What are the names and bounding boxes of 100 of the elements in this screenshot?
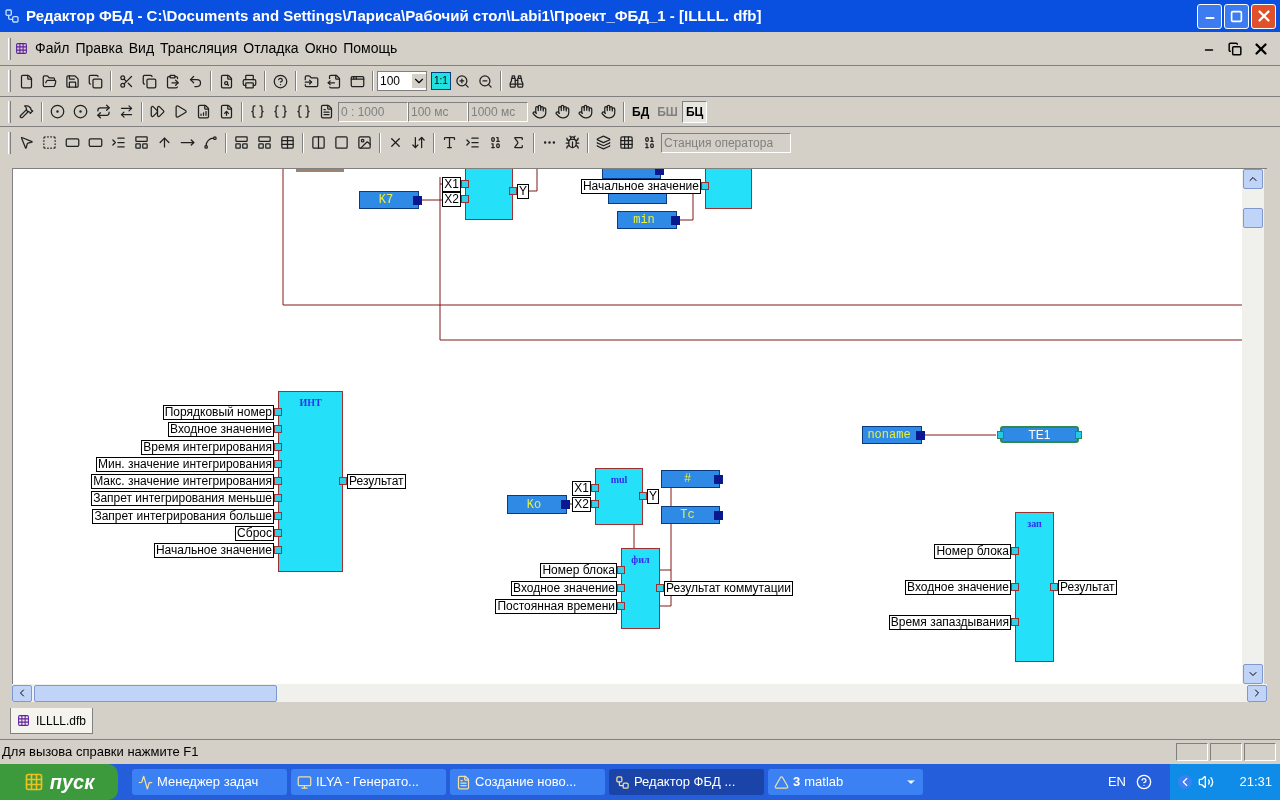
constant-block: min: [617, 211, 677, 229]
input-port[interactable]: [274, 529, 282, 537]
app-icon: [456, 774, 471, 790]
port-label: Начальное значение: [580, 179, 701, 194]
port-label: Результат: [1058, 580, 1117, 595]
input-port[interactable]: [274, 408, 282, 416]
scroll-down-button[interactable]: [1243, 664, 1263, 684]
close-button[interactable]: [1251, 3, 1276, 29]
input-port[interactable]: [1011, 547, 1019, 555]
input-port[interactable]: [274, 460, 282, 468]
port-label: Входное значение: [511, 581, 617, 596]
port-label: Сброс: [235, 526, 274, 541]
app-icon: [615, 774, 630, 790]
scroll-up-button[interactable]: [1243, 169, 1263, 189]
input-port[interactable]: [617, 584, 625, 592]
block-title: mul: [610, 474, 628, 486]
app-icon: [4, 8, 20, 24]
input-port[interactable]: [997, 431, 1004, 439]
port-label: Результат: [347, 474, 406, 489]
port-label: Входное значение: [168, 422, 274, 437]
input-port[interactable]: [701, 182, 709, 190]
input-port[interactable]: [274, 477, 282, 485]
menu-item[interactable]: Окно: [301, 38, 341, 59]
menu-item[interactable]: Правка: [72, 38, 126, 59]
port-label: Порядковый номер: [162, 405, 274, 420]
output-port[interactable]: [639, 492, 647, 500]
port-label: X1: [442, 177, 461, 192]
function-block: [465, 169, 513, 220]
horizontal-scrollbar[interactable]: [12, 684, 1267, 702]
status-text: Для вызова справки нажмите F1: [1, 743, 199, 762]
scroll-thumb[interactable]: [34, 684, 277, 702]
constant-block: K7: [359, 191, 419, 209]
app-icon: [138, 774, 153, 790]
status-panel: [1244, 743, 1276, 761]
clock: 21:31: [1239, 773, 1272, 792]
minimize-button[interactable]: [1197, 3, 1222, 29]
constant-block: Tc: [661, 506, 720, 524]
scroll-right-button[interactable]: [1247, 684, 1267, 702]
taskbar-button[interactable]: ILYA - Генерато...: [291, 769, 446, 795]
port-label: Запрет интегрирования больше: [92, 509, 274, 524]
maximize-button[interactable]: [1224, 3, 1249, 29]
port-label: Результат коммутации: [664, 581, 793, 596]
volume-icon: [1198, 774, 1214, 790]
taskbar-button[interactable]: Редактор ФБД ...: [609, 769, 764, 795]
port-label: X2: [442, 192, 461, 207]
scroll-left-button[interactable]: [12, 684, 32, 702]
status-panel: [1176, 743, 1208, 761]
language-indicator[interactable]: EN: [1107, 772, 1126, 792]
taskbar-button[interactable]: Создание ново...: [450, 769, 605, 795]
output-port[interactable]: [1050, 583, 1058, 591]
start-button[interactable]: пуск: [0, 764, 118, 800]
port-label: Мин. значение интегрирования: [96, 457, 274, 472]
port-label: Начальное значение: [153, 543, 274, 558]
app-icon: [297, 774, 312, 790]
group-count: 3: [793, 773, 801, 792]
port-label: Время интегрирования: [141, 440, 274, 455]
menu-item[interactable]: Помощь: [340, 38, 401, 59]
input-port[interactable]: [1011, 618, 1019, 626]
restore-icon: [1228, 41, 1242, 56]
actual-size-button[interactable]: 1:1: [431, 72, 451, 90]
port-label: X1: [572, 481, 591, 496]
document-icon: [17, 714, 30, 727]
menu-item[interactable]: Вид: [125, 38, 158, 59]
document-tab[interactable]: ILLLL.dfb: [10, 708, 94, 734]
constant-block: #: [661, 470, 720, 488]
constant-block: noname: [862, 426, 922, 444]
taskbar-button[interactable]: Менеджер задач: [132, 769, 287, 795]
output-port[interactable]: [509, 187, 517, 195]
input-port[interactable]: [274, 546, 282, 554]
port-label: Время запаздывания: [888, 615, 1011, 630]
block-title: зап: [1027, 518, 1042, 530]
maximize-icon: [1230, 9, 1243, 23]
input-port[interactable]: [617, 602, 625, 610]
menu-item[interactable]: Файл: [32, 38, 73, 59]
menu-item[interactable]: Трансляция: [157, 38, 241, 59]
output-port[interactable]: [656, 584, 664, 592]
port-label: Номер блока: [934, 544, 1011, 559]
taskbar-button[interactable]: 3 matlab: [768, 769, 923, 795]
window-title: Редактор ФБД - C:\Documents and Settings\Лариса\Рабочий стол\Labi1\Проект_ФБД_1 - [ILLLL. dfb]: [26, 5, 762, 26]
input-port[interactable]: [274, 443, 282, 451]
scroll-thumb[interactable]: [1243, 208, 1263, 228]
port-label: Номер блока: [540, 563, 617, 578]
terminal-block: TE1: [1000, 426, 1079, 443]
expand-icon: [1178, 775, 1192, 789]
input-port[interactable]: [617, 566, 625, 574]
status-panel: [1210, 743, 1242, 761]
input-port[interactable]: [274, 494, 282, 502]
vertical-scrollbar[interactable]: [1242, 169, 1264, 684]
input-port[interactable]: [274, 425, 282, 433]
input-port[interactable]: [274, 512, 282, 520]
port-label: Входное значение: [905, 580, 1011, 595]
menu-item[interactable]: Отладка: [240, 38, 302, 59]
input-port[interactable]: [1011, 583, 1019, 591]
mode-button[interactable]: БЦ: [681, 100, 708, 123]
port-label: Y: [647, 489, 659, 504]
port-label: Запрет интегрирования меньше: [91, 491, 274, 506]
block-title: фил: [631, 554, 650, 566]
port-label: Постоянная времени: [495, 599, 617, 614]
mode-button[interactable]: БД: [628, 100, 654, 123]
output-port[interactable]: [339, 477, 347, 485]
